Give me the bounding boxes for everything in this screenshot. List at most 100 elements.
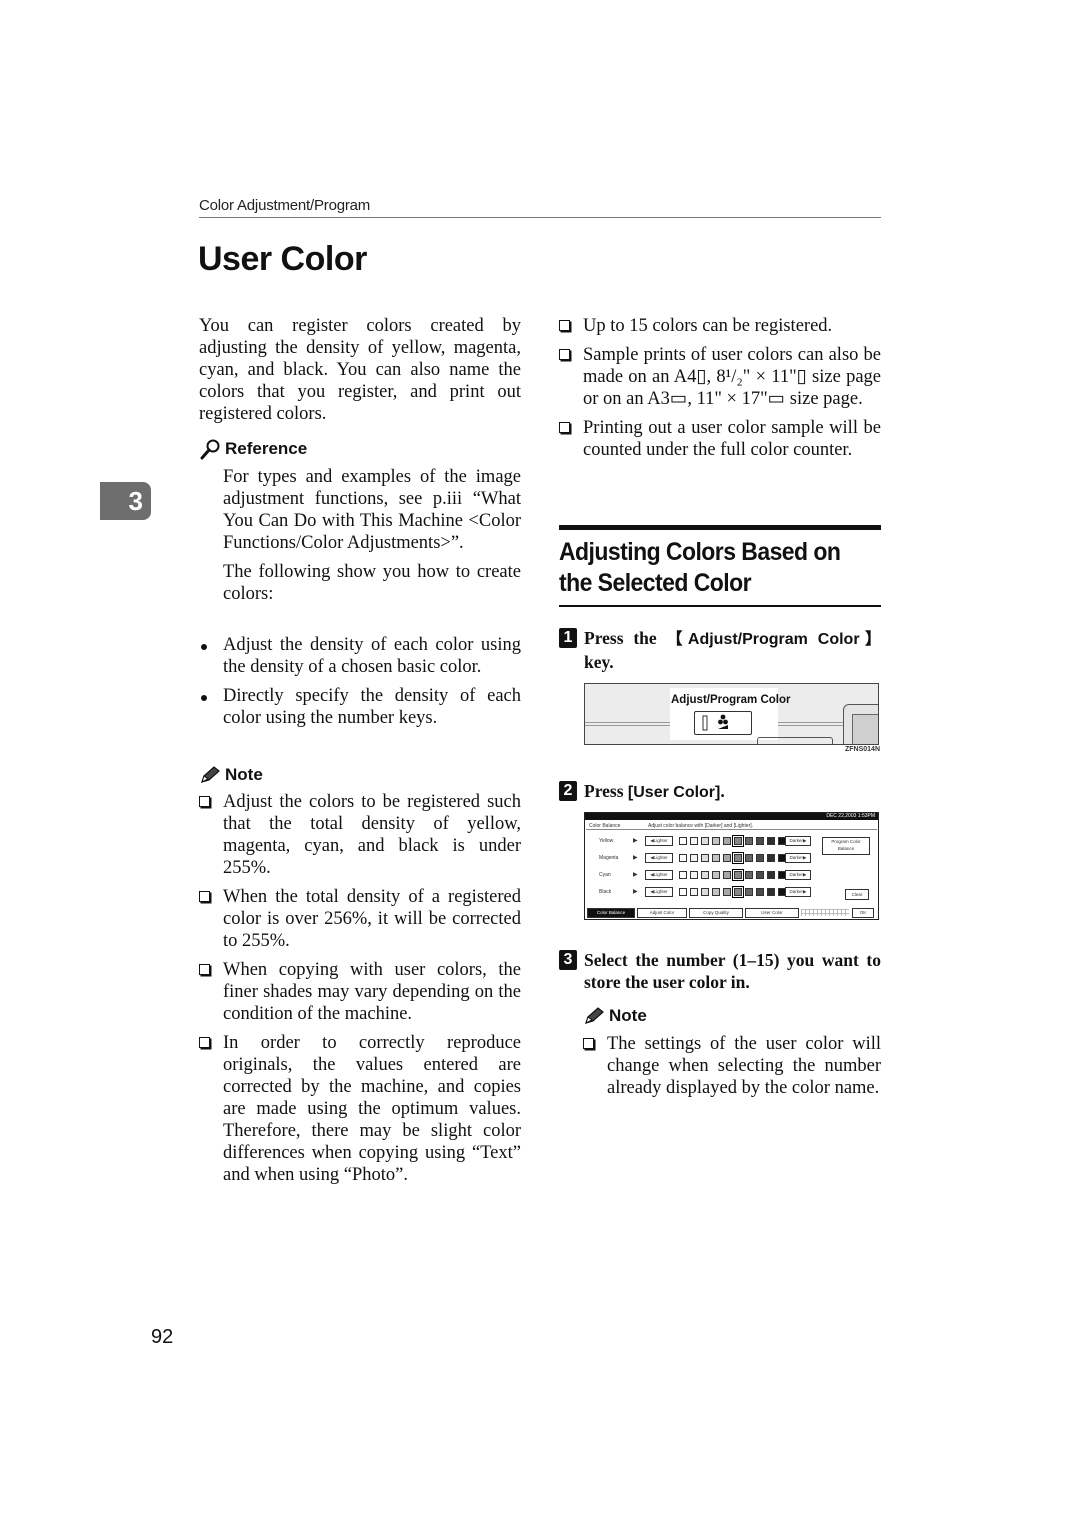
color-name: Cyan: [599, 872, 611, 878]
color-name: Magenta: [599, 855, 619, 861]
step-number: 3: [559, 950, 577, 970]
density-swatch[interactable]: [732, 869, 744, 881]
screen-tabs: Color Balance Adjust Color Copy Quality …: [587, 908, 876, 918]
lighter-button[interactable]: ◀Lighter: [645, 836, 673, 846]
darker-button[interactable]: Darker▶: [785, 870, 811, 880]
header-rule: [199, 217, 881, 218]
checkbox-bullet-icon: [199, 964, 210, 975]
list-item: Directly specify the density of each col…: [199, 685, 521, 729]
chapter-tab: 3: [100, 482, 151, 520]
tab-adjust-color[interactable]: Adjust Color: [637, 908, 687, 918]
color-name: Yellow: [599, 838, 614, 844]
density-swatch[interactable]: [679, 837, 687, 845]
density-swatch[interactable]: [745, 871, 753, 879]
density-swatch[interactable]: [690, 854, 698, 862]
density-swatch[interactable]: [679, 871, 687, 879]
ok-button[interactable]: OK: [852, 908, 874, 918]
lighter-button[interactable]: ◀Lighter: [645, 853, 673, 863]
key-name: [User Color]: [627, 784, 721, 801]
list-item: When the total density of a registered c…: [199, 886, 521, 952]
pencil-icon: [583, 1006, 605, 1026]
method-list: Adjust the density of each color using t…: [199, 634, 521, 729]
list-item: Up to 15 colors can be registered.: [559, 315, 881, 337]
section-rule-top: [559, 525, 881, 530]
density-swatch[interactable]: [723, 871, 731, 879]
reference-follow: The following show you how to create col…: [223, 562, 521, 604]
density-swatch[interactable]: [690, 888, 698, 896]
density-swatch[interactable]: [723, 888, 731, 896]
density-swatch[interactable]: [679, 854, 687, 862]
density-swatch[interactable]: [712, 837, 720, 845]
darker-button[interactable]: Darker▶: [785, 887, 811, 897]
screen-header: Color Balance Adjust color balance with …: [586, 822, 877, 830]
list-item: When copying with user colors, the finer…: [199, 959, 521, 1025]
list-item: Adjust the density of each color using t…: [199, 634, 521, 678]
density-swatch[interactable]: [745, 854, 753, 862]
density-swatch[interactable]: [690, 837, 698, 845]
density-swatch[interactable]: [745, 837, 753, 845]
density-swatch[interactable]: [756, 871, 764, 879]
density-swatch[interactable]: [679, 888, 687, 896]
density-swatch[interactable]: [767, 888, 775, 896]
color-row: Cyan ▶ ◀Lighter Darker▶: [585, 869, 878, 881]
density-swatch[interactable]: [690, 871, 698, 879]
density-swatch[interactable]: [732, 886, 744, 898]
control-panel-figure: Adjust/Program Color: [584, 683, 879, 745]
touch-screen-figure: DEC 22,2003 1:53PM Color Balance Adjust …: [584, 812, 879, 920]
density-swatch[interactable]: [756, 854, 764, 862]
reference-heading: Reference: [199, 438, 307, 460]
arrow-right-icon: ▶: [633, 838, 638, 844]
section-rule-bottom: [559, 605, 881, 607]
clear-button[interactable]: Clear: [845, 889, 869, 900]
list-item: Printing out a user color sample will be…: [559, 417, 881, 461]
program-color-balance-button[interactable]: Program Color Balance: [822, 837, 870, 855]
key-name: 【Adjust/Program Color】: [666, 631, 881, 648]
intro-paragraph: You can register colors created by adjus…: [199, 316, 521, 424]
tab-color-balance[interactable]: Color Balance: [587, 908, 635, 918]
figure-code: ZFNS014N: [845, 746, 881, 753]
density-swatch[interactable]: [701, 871, 709, 879]
density-swatch[interactable]: [767, 871, 775, 879]
density-swatch[interactable]: [756, 888, 764, 896]
density-swatch[interactable]: [723, 854, 731, 862]
reference-label: Reference: [225, 439, 308, 458]
arrow-right-icon: ▶: [633, 889, 638, 895]
left-column: You can register colors created by adjus…: [199, 315, 521, 425]
density-swatch[interactable]: [767, 854, 775, 862]
tab-copy-quality[interactable]: Copy Quality: [689, 908, 743, 918]
adjust-program-color-key[interactable]: [694, 711, 752, 735]
lighter-button[interactable]: ◀Lighter: [645, 887, 673, 897]
checkbox-bullet-icon: [199, 1037, 210, 1048]
list-item: Sample prints of user colors can also be…: [559, 344, 881, 410]
note-heading: Note: [583, 1006, 647, 1026]
note-heading: Note: [199, 765, 263, 785]
darker-button[interactable]: Darker▶: [785, 836, 811, 846]
step-2: 2 Press [User Color].: [559, 780, 881, 804]
density-swatch[interactable]: [723, 837, 731, 845]
density-swatch[interactable]: [701, 837, 709, 845]
note-list: The settings of the user color will chan…: [583, 1033, 881, 1099]
density-swatch[interactable]: [732, 852, 744, 864]
density-swatch[interactable]: [756, 837, 764, 845]
page-title: User Color: [198, 240, 367, 278]
density-swatch[interactable]: [732, 835, 744, 847]
checkbox-bullet-icon: [559, 349, 570, 360]
reference-text: For types and examples of the image adju…: [223, 467, 521, 553]
density-swatch[interactable]: [712, 888, 720, 896]
list-item: The settings of the user color will chan…: [583, 1033, 881, 1099]
darker-button[interactable]: Darker▶: [785, 853, 811, 863]
lighter-button[interactable]: ◀Lighter: [645, 870, 673, 880]
density-swatch[interactable]: [712, 871, 720, 879]
tab-user-color[interactable]: User Color: [745, 908, 799, 918]
density-swatch[interactable]: [701, 854, 709, 862]
color-adjust-icon: [702, 714, 728, 731]
density-swatch[interactable]: [701, 888, 709, 896]
pencil-icon: [199, 765, 221, 785]
density-swatch[interactable]: [745, 888, 753, 896]
density-swatch[interactable]: [767, 837, 775, 845]
list-item: Adjust the colors to be registered such …: [199, 791, 521, 879]
checkbox-bullet-icon: [199, 796, 210, 807]
density-swatch[interactable]: [712, 854, 720, 862]
list-item: In order to correctly reproduce original…: [199, 1032, 521, 1186]
arrow-right-icon: ▶: [633, 855, 638, 861]
